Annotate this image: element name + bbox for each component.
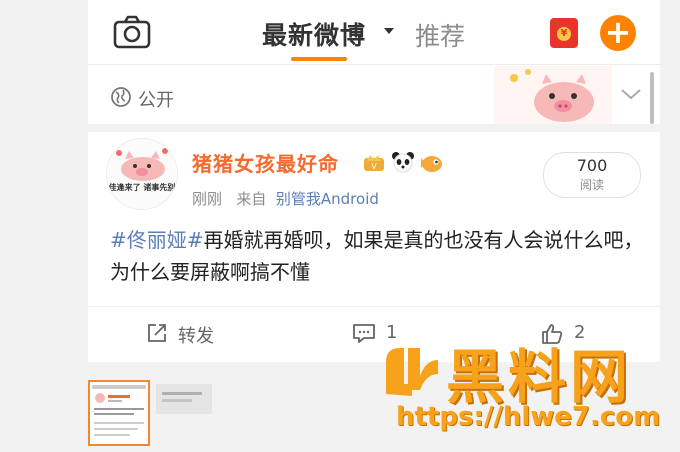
vip-crown-icon[interactable]: V bbox=[363, 152, 385, 172]
chevron-down-icon[interactable] bbox=[620, 86, 642, 102]
thumbnail-2[interactable] bbox=[156, 384, 212, 414]
compose-plus-icon[interactable]: + bbox=[600, 15, 636, 51]
active-tab-indicator bbox=[291, 57, 347, 61]
scrollbar[interactable] bbox=[650, 72, 654, 124]
hashtag-link[interactable]: #佟丽娅# bbox=[110, 228, 204, 252]
thumbnail-selected[interactable] bbox=[88, 380, 150, 446]
watermark-url: https://hlwe7.com bbox=[396, 402, 661, 432]
thumbnail-preview-2 bbox=[156, 384, 212, 414]
username[interactable]: 猪猪女孩最好命 bbox=[192, 148, 339, 177]
svg-text:V: V bbox=[371, 162, 377, 171]
section-divider bbox=[88, 124, 660, 132]
thumbnail-preview bbox=[92, 385, 146, 436]
repost-label: 转发 bbox=[178, 326, 214, 347]
watermark-logo bbox=[386, 348, 438, 396]
caret-down-icon[interactable] bbox=[384, 28, 394, 34]
post-meta: 刚刚 来自 别管我Android bbox=[192, 188, 379, 209]
post-source[interactable]: 别管我Android bbox=[276, 190, 379, 208]
pig-decoration bbox=[494, 66, 612, 124]
camera-icon[interactable] bbox=[112, 14, 152, 50]
red-packet-seal: ¥ bbox=[557, 27, 571, 41]
tab-recommend[interactable]: 推荐 bbox=[415, 17, 465, 53]
read-count: 700 bbox=[576, 156, 608, 175]
read-label: 阅读 bbox=[579, 178, 604, 192]
visibility-label[interactable]: 公开 bbox=[138, 86, 174, 112]
repost-button[interactable]: 转发 bbox=[146, 320, 246, 348]
fish-icon[interactable] bbox=[419, 152, 445, 174]
action-divider bbox=[88, 306, 660, 307]
source-prefix: 来自 bbox=[236, 190, 267, 208]
read-count-badge: 700 阅读 bbox=[543, 152, 641, 198]
red-packet-icon[interactable]: ¥ bbox=[550, 18, 578, 48]
avatar-caption: 佳逢来了 诸事先别 bbox=[108, 183, 176, 192]
panda-icon[interactable] bbox=[391, 150, 415, 174]
pig-avatar-art bbox=[116, 148, 168, 181]
repost-icon bbox=[148, 324, 166, 342]
tab-latest-weibo[interactable]: 最新微博 bbox=[262, 16, 366, 52]
avatar[interactable]: 佳逢来了 诸事先别 bbox=[106, 138, 178, 210]
post-time: 刚刚 bbox=[192, 190, 223, 208]
globe-icon bbox=[111, 87, 131, 107]
post-text: #佟丽娅#再婚就再婚呗，如果是真的也没有人会说什么吧，为什么要屏蔽啊搞不懂 bbox=[110, 224, 650, 288]
comment-icon bbox=[353, 324, 375, 343]
weibo-screen: 最新微博 推荐 ¥ + 公开 佳逢来了 诸事先别 猪猪女孩最好命 V 刚刚 来自… bbox=[88, 0, 660, 362]
